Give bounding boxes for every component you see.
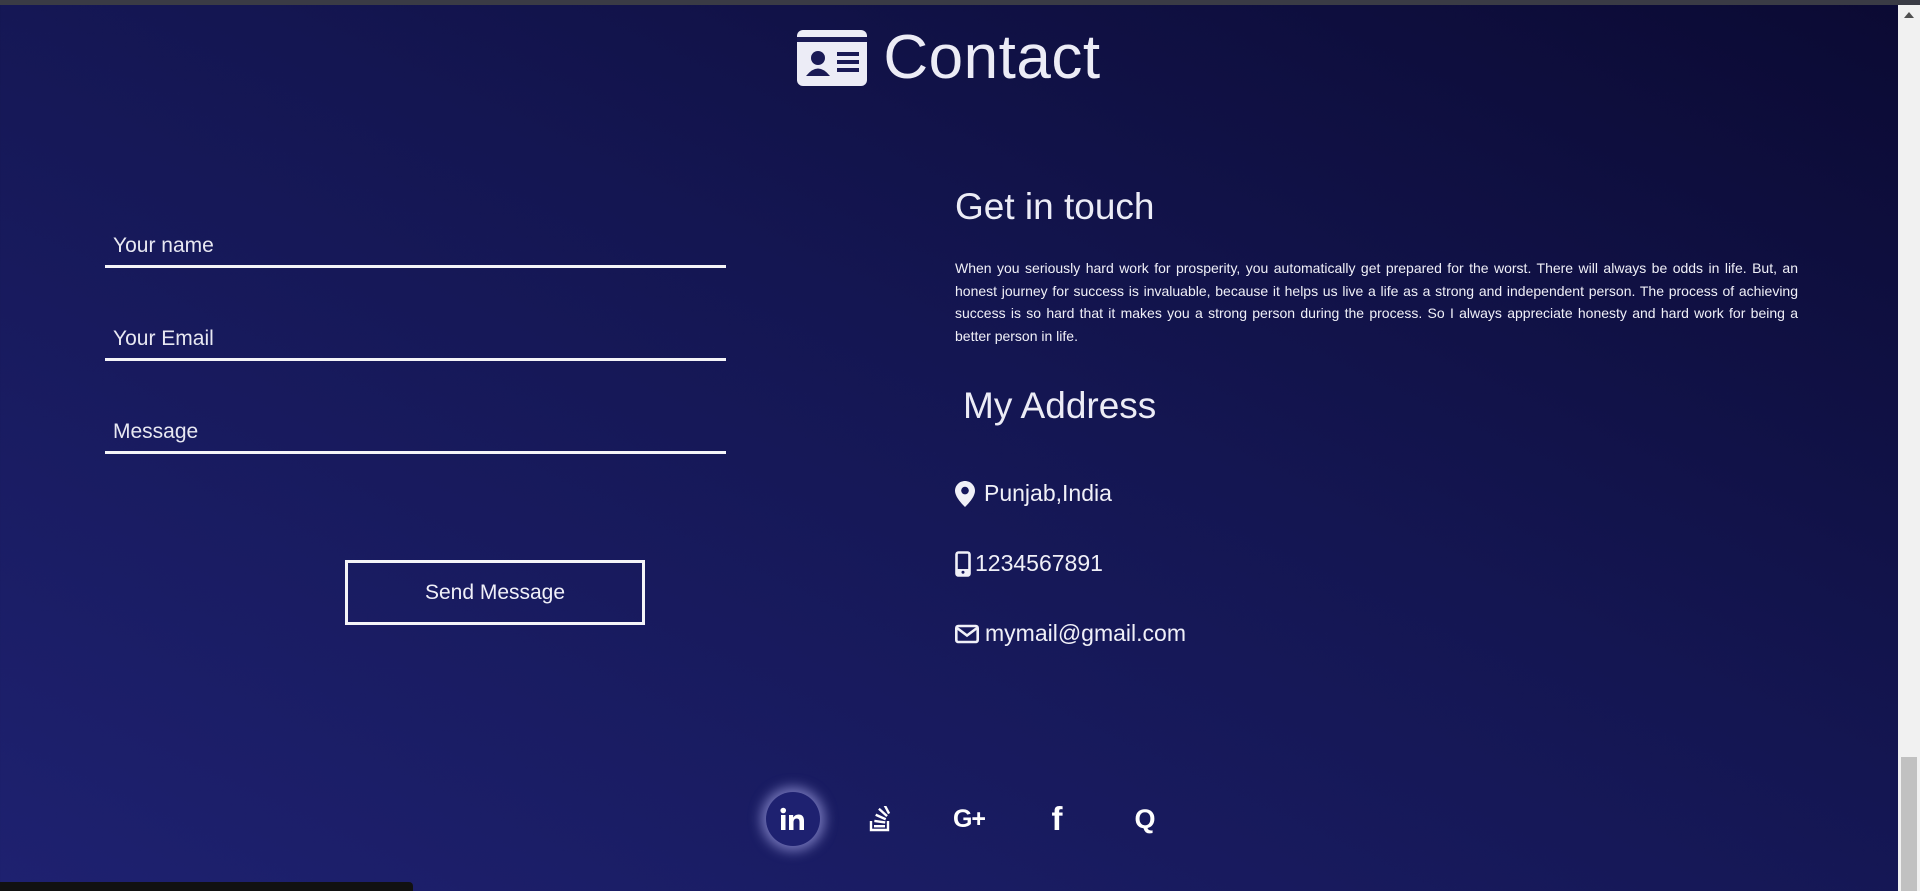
social-links: G+ f Q [0,792,1898,846]
browser-top-bar [0,0,1920,5]
quora-icon[interactable]: Q [1118,792,1172,846]
message-field-wrapper [105,404,726,454]
stackoverflow-icon[interactable] [854,792,908,846]
address-title: My Address [963,385,1157,426]
address-location: Punjab,India [955,480,1112,507]
send-message-button[interactable]: Send Message [345,560,645,625]
facebook-icon[interactable]: f [1030,792,1084,846]
mobile-phone-icon [955,550,971,577]
name-field-wrapper [105,218,726,268]
get-in-touch-text: When you seriously hard work for prosper… [955,260,1798,344]
google-plus-icon[interactable]: G+ [942,792,996,846]
vertical-scrollbar[interactable] [1898,5,1920,891]
facebook-label: f [1051,800,1063,837]
message-input[interactable] [105,404,726,451]
map-marker-icon [955,480,975,507]
contact-card-icon [797,29,868,86]
status-tooltip [0,882,413,891]
page-heading: Contact [0,22,1898,93]
get-in-touch-title: Get in touch [955,186,1155,227]
scroll-up-arrow-icon[interactable] [1904,12,1914,18]
phone-text: 1234567891 [975,550,1103,576]
address-email: mymail@gmail.com [955,620,1186,647]
address-phone: 1234567891 [955,550,1103,577]
location-text: Punjab,India [984,480,1112,506]
stackoverflow-glyph [869,806,891,832]
name-input[interactable] [105,218,726,265]
email-field-wrapper [105,311,726,361]
contact-form: Send Message [105,218,726,625]
quora-label: Q [1134,803,1156,834]
google-plus-label: G+ [952,804,986,833]
linkedin-glyph [780,807,804,830]
scrollbar-thumb[interactable] [1901,757,1917,891]
email-input[interactable] [105,311,726,358]
linkedin-icon[interactable] [766,792,820,846]
page-title: Contact [883,23,1101,92]
envelope-icon [955,624,979,643]
email-text: mymail@gmail.com [985,620,1186,646]
